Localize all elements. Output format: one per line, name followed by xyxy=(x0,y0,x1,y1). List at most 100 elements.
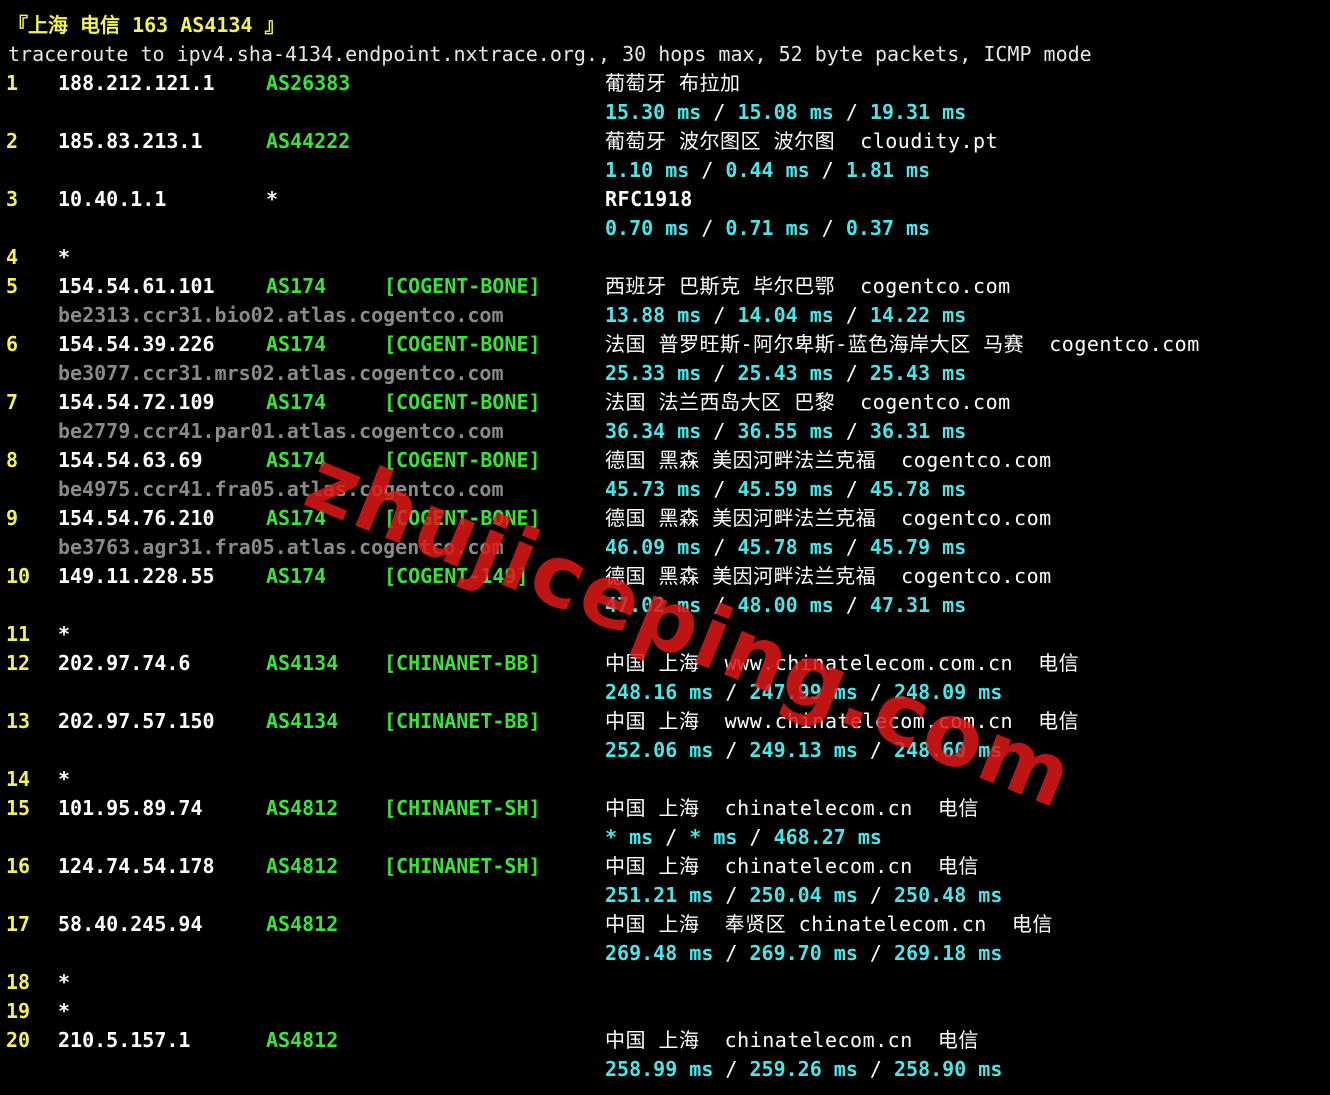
hop-timeout: * xyxy=(58,767,71,791)
rtt-value: 259.26 ms xyxy=(749,1057,858,1081)
hop-ip: 124.74.54.178 xyxy=(58,854,215,878)
hop-geo-location: 德国 黑森 美因河畔法兰克福 cogentco.com xyxy=(605,564,1052,588)
hop-geo-location: 中国 上海 chinatelecom.cn 电信 xyxy=(605,854,979,878)
hop-asn: AS174 xyxy=(266,332,327,356)
hop-number: 19 xyxy=(6,999,31,1023)
hop-rtt: 15.30 ms / 15.08 ms / 19.31 ms xyxy=(605,98,966,127)
hop-network-tag: [CHINANET-SH] xyxy=(384,796,541,820)
rtt-value: 269.70 ms xyxy=(749,941,858,965)
rtt-value: * ms xyxy=(689,825,738,849)
rtt-value: 45.59 ms xyxy=(737,477,834,501)
rtt-separator: / xyxy=(701,419,738,443)
hop-network-tag: [CHINANET-BB] xyxy=(384,651,541,675)
hop-ip: 58.40.245.94 xyxy=(58,912,203,936)
hop-ip: 154.54.72.109 xyxy=(58,390,215,414)
rtt-value: 258.90 ms xyxy=(894,1057,1003,1081)
rtt-value: 45.73 ms xyxy=(605,477,702,501)
hop-asn: AS26383 xyxy=(266,71,351,95)
hop-reverse-dns: be4975.ccr41.fra05.atlas.cogentco.com xyxy=(58,477,504,501)
hop-rtt: 47.02 ms / 48.00 ms / 47.31 ms xyxy=(605,591,966,620)
hop-asn: * xyxy=(266,187,279,211)
rtt-separator: / xyxy=(833,593,870,617)
hop-geo-location: 西班牙 巴斯克 毕尔巴鄂 cogentco.com xyxy=(605,274,1011,298)
hop-asn: AS4134 xyxy=(266,651,339,675)
rtt-value: 269.48 ms xyxy=(605,941,714,965)
hop-ip: 154.54.63.69 xyxy=(58,448,203,472)
rtt-separator: / xyxy=(833,477,870,501)
hop-rtt: 46.09 ms / 45.78 ms / 45.79 ms xyxy=(605,533,966,562)
rtt-separator: / xyxy=(857,941,894,965)
rtt-value: 248.60 ms xyxy=(894,738,1003,762)
hop-asn: AS4812 xyxy=(266,796,339,820)
rtt-separator: / xyxy=(857,883,894,907)
hop-asn: AS174 xyxy=(266,506,327,530)
hop-reverse-dns: be2779.ccr41.par01.atlas.cogentco.com xyxy=(58,419,504,443)
hop-number: 16 xyxy=(6,854,31,878)
hop-rtt: 258.99 ms / 259.26 ms / 258.90 ms xyxy=(605,1055,1002,1084)
rtt-value: 36.55 ms xyxy=(737,419,834,443)
hop-number: 17 xyxy=(6,912,31,936)
hop-geo-location: RFC1918 xyxy=(605,187,693,211)
hop-ip: 188.212.121.1 xyxy=(58,71,215,95)
traceroute-command-line: traceroute to ipv4.sha-4134.endpoint.nxt… xyxy=(8,42,1092,66)
rtt-separator: / xyxy=(833,361,870,385)
rtt-value: 468.27 ms xyxy=(773,825,882,849)
rtt-value: 15.08 ms xyxy=(737,100,834,124)
rtt-separator: / xyxy=(713,1057,750,1081)
rtt-separator: / xyxy=(689,216,726,240)
hop-ip: 101.95.89.74 xyxy=(58,796,203,820)
rtt-value: 248.09 ms xyxy=(894,680,1003,704)
hop-ip: 149.11.228.55 xyxy=(58,564,215,588)
rtt-value: 36.34 ms xyxy=(605,419,702,443)
target-title: 『上海 电信 163 AS4134 』 xyxy=(8,13,285,37)
hop-number: 12 xyxy=(6,651,31,675)
rtt-separator: / xyxy=(701,477,738,501)
rtt-value: 269.18 ms xyxy=(894,941,1003,965)
rtt-separator: / xyxy=(737,825,774,849)
hop-ip: 202.97.57.150 xyxy=(58,709,215,733)
hop-ip: 10.40.1.1 xyxy=(58,187,167,211)
rtt-value: 45.78 ms xyxy=(869,477,967,501)
rtt-separator: / xyxy=(833,535,870,559)
rtt-separator: / xyxy=(713,738,750,762)
hop-network-tag: [COGENT-BONE] xyxy=(384,506,541,530)
rtt-separator: / xyxy=(701,303,738,327)
hop-rtt: 25.33 ms / 25.43 ms / 25.43 ms xyxy=(605,359,966,388)
rtt-value: 25.33 ms xyxy=(605,361,702,385)
rtt-separator: / xyxy=(857,680,894,704)
hop-asn: AS4812 xyxy=(266,912,339,936)
hop-rtt: 252.06 ms / 249.13 ms / 248.60 ms xyxy=(605,736,1002,765)
hop-number: 11 xyxy=(6,622,31,646)
rtt-value: 36.31 ms xyxy=(869,419,967,443)
hop-rtt: 251.21 ms / 250.04 ms / 250.48 ms xyxy=(605,881,1002,910)
hop-asn: AS4812 xyxy=(266,1028,339,1052)
rtt-value: 48.00 ms xyxy=(737,593,834,617)
rtt-value: 47.31 ms xyxy=(869,593,967,617)
rtt-value: 13.88 ms xyxy=(605,303,702,327)
hop-rtt: 0.70 ms / 0.71 ms / 0.37 ms xyxy=(605,214,930,243)
hop-asn: AS4812 xyxy=(266,854,339,878)
rtt-separator: / xyxy=(713,680,750,704)
hop-asn: AS44222 xyxy=(266,129,351,153)
rtt-value: 248.16 ms xyxy=(605,680,714,704)
hop-timeout: * xyxy=(58,622,71,646)
hop-number: 4 xyxy=(6,245,19,269)
hop-ip: 154.54.39.226 xyxy=(58,332,215,356)
hop-reverse-dns: be2313.ccr31.bio02.atlas.cogentco.com xyxy=(58,303,504,327)
rtt-value: 252.06 ms xyxy=(605,738,714,762)
rtt-separator: / xyxy=(653,825,690,849)
hop-number: 9 xyxy=(6,506,19,530)
rtt-separator: / xyxy=(701,593,738,617)
rtt-value: 25.43 ms xyxy=(869,361,967,385)
hop-ip: 202.97.74.6 xyxy=(58,651,191,675)
rtt-value: 25.43 ms xyxy=(737,361,834,385)
hop-rtt: 13.88 ms / 14.04 ms / 14.22 ms xyxy=(605,301,966,330)
hop-asn: AS174 xyxy=(266,448,327,472)
hop-number: 18 xyxy=(6,970,31,994)
rtt-separator: / xyxy=(701,361,738,385)
rtt-value: 1.10 ms xyxy=(605,158,690,182)
hop-ip: 210.5.157.1 xyxy=(58,1028,191,1052)
rtt-value: 14.22 ms xyxy=(869,303,967,327)
hop-network-tag: [COGENT-BONE] xyxy=(384,332,541,356)
hop-rtt: 36.34 ms / 36.55 ms / 36.31 ms xyxy=(605,417,966,446)
